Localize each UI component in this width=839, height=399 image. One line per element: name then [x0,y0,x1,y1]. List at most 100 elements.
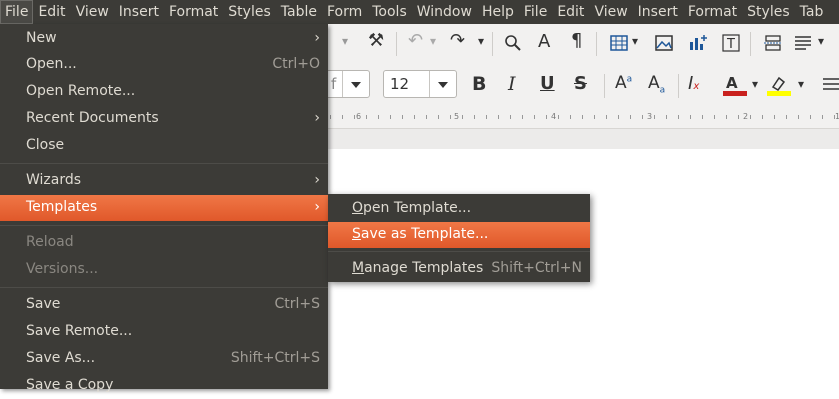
ruler-tick [714,115,715,119]
ruler-tick [522,115,523,119]
insert-page-break-icon[interactable] [764,35,782,51]
submenu-item-open-template[interactable]: Open Template... [328,196,590,222]
menu-item-reload: Reload [0,230,328,256]
ruler-tick [498,115,499,119]
menu-item-label: Open Remote... [26,83,136,99]
formatting-marks-icon[interactable]: ¶ [571,30,582,51]
insert-text-box-icon[interactable]: T [722,34,740,52]
menu-item-label: Templates [26,199,98,215]
menu-item-label: Save as Template... [352,226,488,242]
menu-format[interactable]: Format [164,0,223,24]
menu-item-open[interactable]: Open... Ctrl+O [0,52,328,78]
ruler-tick [810,115,811,119]
strikethrough-icon[interactable]: S [574,73,587,94]
insert-image-icon[interactable] [655,35,673,51]
toolbar-separator [750,32,751,56]
ruler-tick [366,115,367,119]
menu-file[interactable]: File [0,0,34,24]
menu-bar: File Edit View Insert Format Styles Tabl… [0,0,839,24]
font-name-dropdown-icon[interactable] [342,71,369,97]
menu-item-recent-documents[interactable]: Recent Documents › [0,106,328,132]
menu-item-open-remote[interactable]: Open Remote... [0,79,328,105]
mnemonic-letter: O [352,200,364,216]
underline-icon[interactable]: U [540,73,555,94]
ruler-tick [354,115,355,119]
redo-dropdown-icon[interactable]: ▾ [478,34,484,48]
highlight-color-icon[interactable] [766,74,792,98]
menu-styles[interactable]: Styles [223,0,275,24]
menu-item-versions: Versions... [0,257,328,283]
menu-edit-2[interactable]: Edit [552,0,589,24]
toolbar-separator [596,32,597,56]
insert-chart-icon[interactable] [688,33,708,51]
menu-item-save-remote[interactable]: Save Remote... [0,319,328,345]
menu-window[interactable]: Window [412,0,477,24]
ruler-tick [834,115,835,119]
submenu-item-save-as-template[interactable]: Save as Template... [328,222,590,248]
italic-icon[interactable]: I [508,73,516,95]
menu-format-2[interactable]: Format [683,0,742,24]
svg-text:A: A [726,74,738,92]
ruler-tick [762,115,763,119]
clear-formatting-icon[interactable]: Ix [688,73,699,94]
menu-item-save[interactable]: Save Ctrl+S [0,292,328,318]
menu-item-wizards[interactable]: Wizards › [0,168,328,194]
menu-insert-2[interactable]: Insert [633,0,683,24]
undo-icon[interactable]: ↶ [408,30,423,51]
ruler-tick [582,115,583,119]
menu-styles-2[interactable]: Styles [742,0,794,24]
table-dropdown-icon[interactable]: ▾ [632,34,638,48]
font-name-combo[interactable]: f [324,70,370,98]
menu-help[interactable]: Help [477,0,519,24]
menu-item-new[interactable]: New › [0,26,328,52]
clone-formatting-icon[interactable]: ⚒ [368,30,384,51]
menu-item-label: Save As... [26,350,96,366]
font-color-icon[interactable]: A [722,74,748,98]
ruler-tick [414,115,415,119]
ruler-tick [570,115,571,119]
insert-table-icon[interactable] [610,35,628,51]
undo-dropdown-icon[interactable]: ▾ [430,34,436,48]
font-name-value: f [331,75,337,93]
menu-item-save-a-copy[interactable]: Save a Copy [0,373,328,399]
align-icon[interactable] [822,77,839,95]
field-dropdown-icon[interactable]: ▾ [818,34,824,48]
menu-view[interactable]: View [71,0,114,24]
dropdown-arrow-icon[interactable]: ▾ [342,34,348,48]
redo-icon[interactable]: ↷ [450,30,465,51]
superscript-icon[interactable]: Aa [615,73,632,93]
toolbar-separator [492,32,493,56]
menu-file-2[interactable]: File [519,0,552,24]
ruler-tick [390,115,391,119]
menu-separator [328,251,590,252]
bold-icon[interactable]: B [472,73,486,95]
menu-item-close[interactable]: Close [0,133,328,159]
menu-item-templates[interactable]: Templates › [0,195,328,221]
menu-item-label: Save Remote... [26,323,133,339]
menu-edit[interactable]: Edit [33,0,70,24]
insert-field-icon[interactable] [794,35,814,51]
label-rest: anage Templates [364,260,484,276]
spelling-icon[interactable]: A [538,31,550,52]
ruler-tick [438,115,439,119]
ruler-tick [750,115,751,119]
menu-table-2[interactable]: Tab [795,0,829,24]
menu-form[interactable]: Form [322,0,367,24]
subscript-icon[interactable]: Aa [648,73,665,95]
ruler-tick [462,115,463,119]
menu-item-label: Close [26,137,65,153]
menu-insert[interactable]: Insert [114,0,164,24]
menu-tools[interactable]: Tools [367,0,412,24]
highlight-dropdown-icon[interactable]: ▾ [798,77,804,91]
font-color-dropdown-icon[interactable]: ▾ [752,77,758,91]
menu-view-2[interactable]: View [589,0,632,24]
ruler-tick [330,115,331,119]
menu-item-label: Reload [26,234,74,250]
submenu-item-manage-templates[interactable]: Manage Templates Shift+Ctrl+N [328,256,590,282]
font-size-combo[interactable]: 12 [383,70,457,98]
find-replace-icon[interactable] [504,34,522,52]
menu-item-save-as[interactable]: Save As... Shift+Ctrl+S [0,346,328,372]
menu-item-label: Open Template... [352,200,471,216]
font-size-dropdown-icon[interactable] [429,71,456,97]
menu-table[interactable]: Table [276,0,322,24]
